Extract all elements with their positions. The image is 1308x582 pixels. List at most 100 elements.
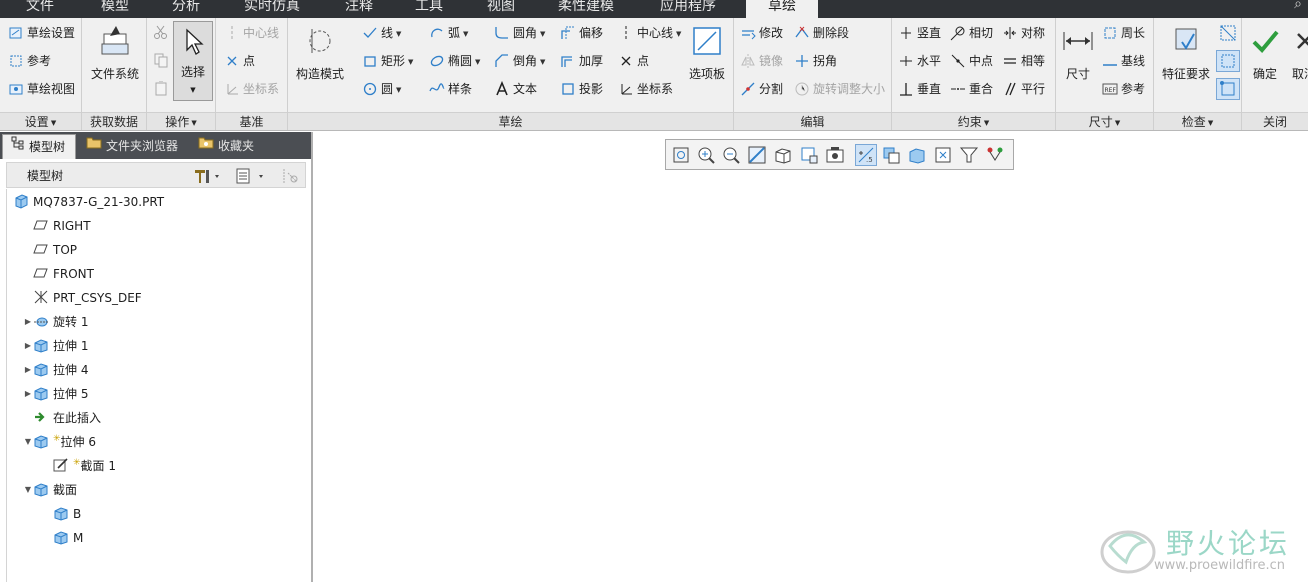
rectangle-button[interactable]: 矩形 ▼	[362, 51, 413, 71]
help-search-icon[interactable]: ⌕	[1294, 0, 1302, 12]
refit-icon[interactable]	[670, 144, 692, 166]
tree-filter-icon[interactable]	[281, 167, 301, 185]
corner-button[interactable]: 拐角	[794, 51, 837, 71]
construction-mode-button[interactable]: 构造模式	[292, 24, 348, 86]
line-button[interactable]: 线 ▼	[362, 23, 401, 43]
offset-button[interactable]: 偏移	[560, 23, 603, 43]
constraint-symmetric-button[interactable]: 对称	[1002, 23, 1045, 43]
tree-node-section-b[interactable]: B	[53, 503, 81, 525]
shading-icon[interactable]	[906, 144, 928, 166]
tree-node-csys[interactable]: PRT_CSYS_DEF	[33, 287, 142, 309]
baseline-button[interactable]: 基线	[1102, 51, 1145, 71]
reference-dimension-button[interactable]: REF 参考	[1102, 79, 1145, 99]
line-dropdown-icon[interactable]: ▼	[396, 30, 401, 38]
group-label-dimension[interactable]: 尺寸 ▼	[1056, 112, 1153, 130]
sketch-setup-button[interactable]: 草绘设置	[8, 23, 75, 43]
tree-node-front-plane[interactable]: FRONT	[33, 263, 94, 285]
text-button[interactable]: 文本	[494, 79, 537, 99]
constraint-vertical-button[interactable]: 竖直	[898, 23, 941, 43]
expand-arrow-icon[interactable]: ▶	[23, 335, 33, 357]
tree-node-extrude-5[interactable]: ▶ 拉伸 5	[25, 383, 88, 405]
datum-csys-button[interactable]: 坐标系	[224, 79, 279, 99]
view-manager-icon[interactable]	[824, 144, 846, 166]
expand-arrow-icon[interactable]: ▶	[23, 383, 33, 405]
chamfer-button[interactable]: 倒角 ▼	[494, 51, 545, 71]
group-label-operations[interactable]: 操作 ▼	[147, 112, 215, 130]
constraint-horizontal-button[interactable]: 水平	[898, 51, 941, 71]
tab-favorites[interactable]: 收藏夹	[190, 134, 264, 159]
shade-closed-loops-icon[interactable]	[1216, 50, 1240, 72]
tab-live-simulation[interactable]: 实时仿真	[230, 0, 314, 18]
tree-node-extrude-4[interactable]: ▶ 拉伸 4	[25, 359, 88, 381]
display-dimensions-icon[interactable]: .5	[855, 144, 877, 166]
perimeter-button[interactable]: 周长	[1102, 23, 1145, 43]
tab-view[interactable]: 视图	[472, 0, 530, 18]
zoom-out-icon[interactable]	[720, 144, 742, 166]
datum-centerline-button[interactable]: 中心线	[224, 23, 279, 43]
circle-dropdown-icon[interactable]: ▼	[396, 86, 401, 94]
select-button[interactable]: 选择 ▼	[173, 21, 213, 101]
constraint-tangent-button[interactable]: 相切	[950, 23, 993, 43]
dimension-button[interactable]: 尺寸	[1059, 24, 1097, 86]
group-label-inspect[interactable]: 检查 ▼	[1154, 112, 1241, 130]
repaint-icon[interactable]	[746, 144, 768, 166]
modify-button[interactable]: 修改	[740, 23, 783, 43]
tab-annotate[interactable]: 注释	[330, 0, 388, 18]
annotation-display-icon[interactable]	[984, 144, 1006, 166]
thicken-button[interactable]: 加厚	[560, 51, 603, 71]
circle-button[interactable]: 圆 ▼	[362, 79, 401, 99]
construction-csys-button[interactable]: 坐标系	[618, 79, 673, 99]
ellipse-dropdown-icon[interactable]: ▼	[475, 58, 480, 66]
constraint-coincident-button[interactable]: 重合	[950, 79, 993, 99]
graphics-window[interactable]	[315, 132, 1308, 582]
highlight-open-ends-icon[interactable]	[1216, 78, 1240, 100]
arc-dropdown-icon[interactable]: ▼	[463, 30, 468, 38]
fillet-button[interactable]: 圆角 ▼	[494, 23, 545, 43]
tab-flexible-modeling[interactable]: 柔性建模	[544, 0, 628, 18]
rectangle-dropdown-icon[interactable]: ▼	[408, 58, 413, 66]
tab-model-tree[interactable]: 模型树	[2, 134, 76, 159]
select-dropdown-icon[interactable]: ▼	[174, 86, 212, 94]
sketch-view-button[interactable]: 草绘视图	[8, 79, 75, 99]
overlapping-geometry-icon[interactable]	[1218, 23, 1238, 43]
tree-node-section-1[interactable]: ✳截面 1	[53, 455, 116, 477]
tab-sketch[interactable]: 草绘	[746, 0, 818, 18]
chamfer-dropdown-icon[interactable]: ▼	[540, 58, 545, 66]
divide-button[interactable]: 分割	[740, 79, 783, 99]
palette-button[interactable]: 选项板	[684, 24, 730, 86]
zoom-in-icon[interactable]	[695, 144, 717, 166]
tree-settings-icon[interactable]	[193, 167, 223, 185]
tab-analysis[interactable]: 分析	[156, 0, 216, 18]
delete-segment-button[interactable]: 删除段	[794, 23, 849, 43]
construction-centerline-button[interactable]: 中心线 ▼	[618, 23, 681, 43]
rotate-resize-button[interactable]: 旋转调整大小	[794, 79, 885, 99]
project-button[interactable]: 投影	[560, 79, 603, 99]
group-label-setup[interactable]: 设置 ▼	[0, 112, 81, 130]
datum-point-button[interactable]: 点	[224, 51, 255, 71]
construction-point-button[interactable]: 点	[618, 51, 649, 71]
display-style-icon[interactable]	[880, 144, 902, 166]
expand-arrow-icon[interactable]: ▶	[23, 311, 33, 333]
constraint-equal-button[interactable]: 相等	[1002, 51, 1045, 71]
datum-display-filters-icon[interactable]	[958, 144, 980, 166]
mirror-button[interactable]: 镜像	[740, 51, 783, 71]
constraint-midpoint-button[interactable]: 中点	[950, 51, 993, 71]
tree-node-revolve-1[interactable]: ▶ 旋转 1	[25, 311, 89, 333]
tree-node-extrude-1[interactable]: ▶ 拉伸 1	[25, 335, 88, 357]
expand-arrow-icon[interactable]: ▶	[23, 359, 33, 381]
tab-model[interactable]: 模型	[82, 0, 148, 18]
tree-node-section-m[interactable]: M	[53, 527, 83, 549]
arc-button[interactable]: 弧 ▼	[429, 23, 468, 43]
tree-node-top-plane[interactable]: TOP	[33, 239, 77, 261]
tab-folder-browser[interactable]: 文件夹浏览器	[78, 134, 190, 159]
fillet-dropdown-icon[interactable]: ▼	[540, 30, 545, 38]
tree-node-part[interactable]: MQ7837-G_21-30.PRT	[13, 191, 164, 213]
group-label-constrain[interactable]: 约束 ▼	[892, 112, 1055, 130]
ellipse-button[interactable]: 椭圆 ▼	[429, 51, 480, 71]
ok-button[interactable]: 确定	[1244, 24, 1286, 86]
references-button[interactable]: 参考	[8, 51, 51, 71]
spline-button[interactable]: 样条	[429, 79, 472, 99]
tab-file[interactable]: 文件	[6, 0, 74, 18]
reorient-icon[interactable]	[772, 144, 794, 166]
feature-requirements-button[interactable]: 特征要求	[1156, 24, 1216, 86]
